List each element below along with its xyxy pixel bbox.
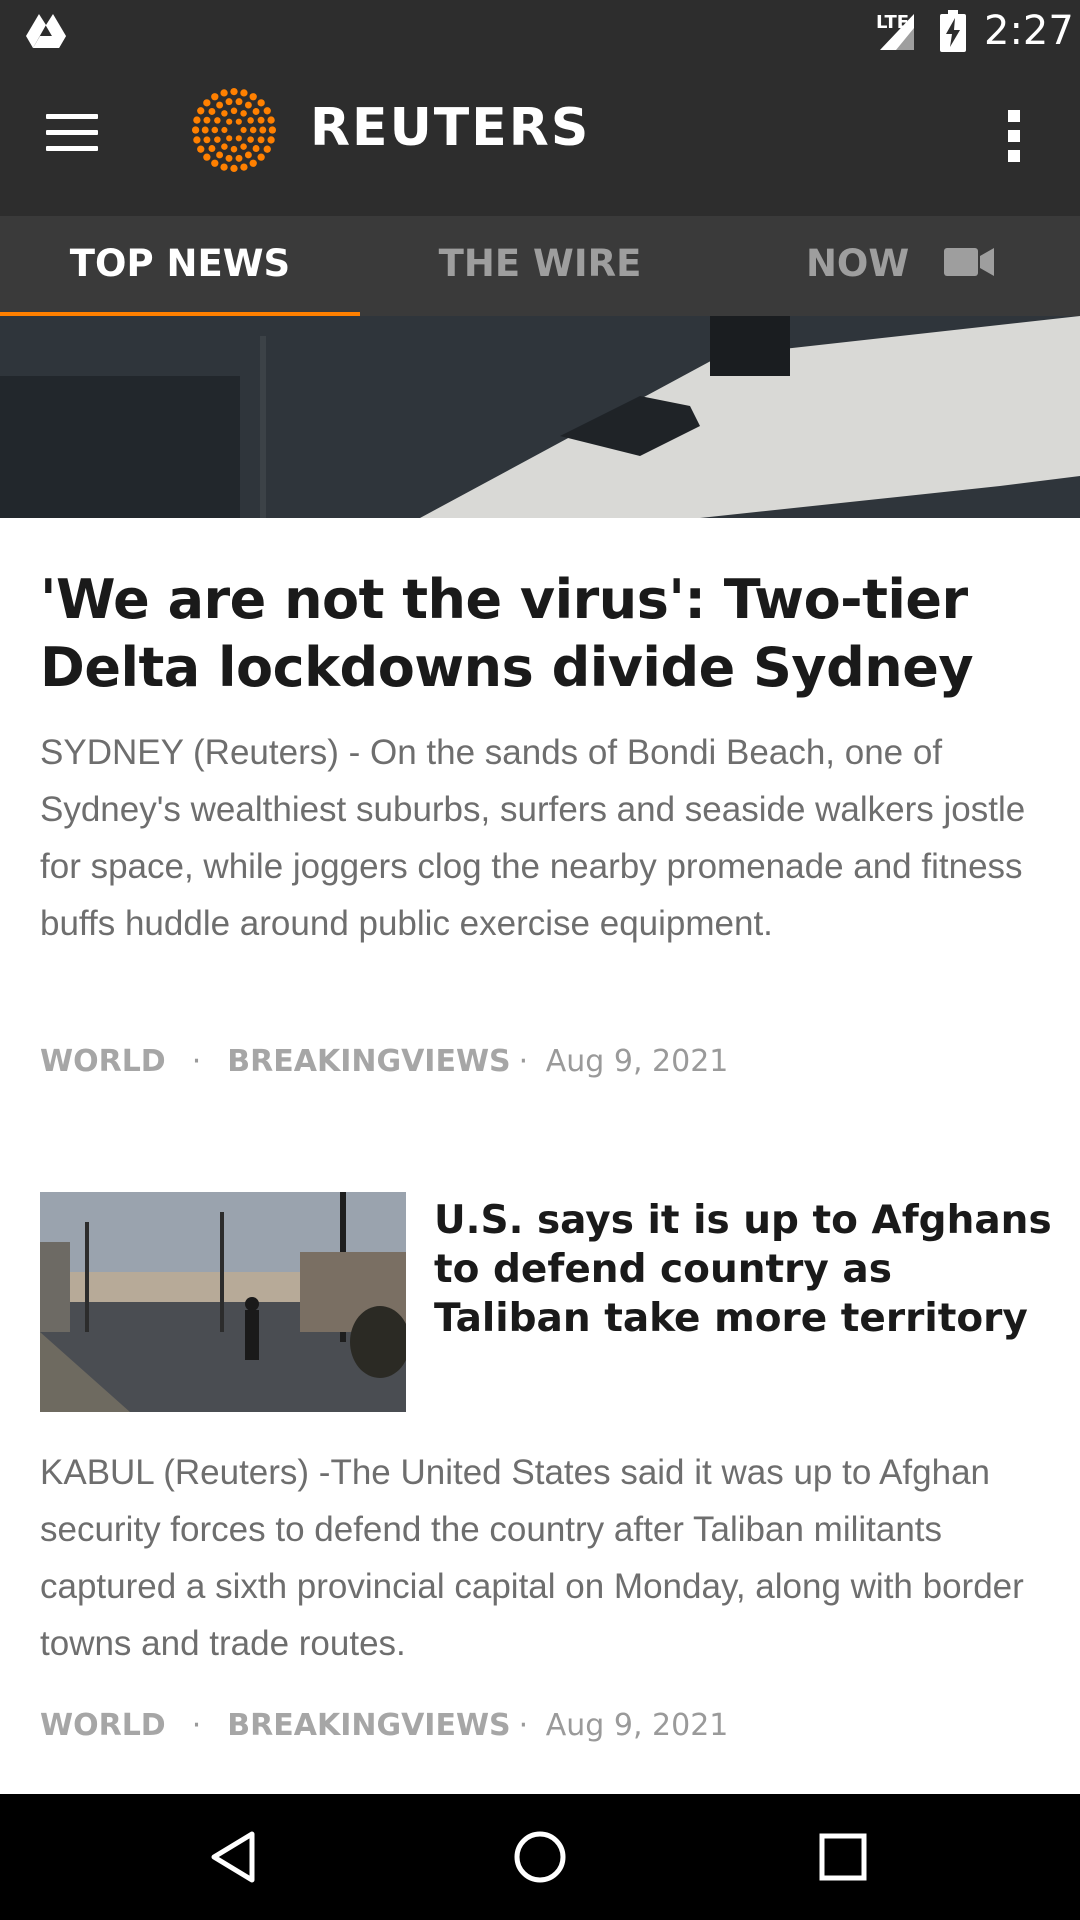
menu-icon[interactable] [46,114,98,154]
tab-label: TOP NEWS [69,242,291,285]
status-clock: 2:27 [984,8,1074,54]
article-meta: WORLD · BREAKINGVIEWS · Aug 9, 2021 [40,1708,728,1743]
recents-icon[interactable] [808,1822,878,1892]
article-headline[interactable]: 'We are not the virus': Two-tier Delta l… [40,566,1050,702]
article-tag-world[interactable]: WORLD [40,1044,166,1079]
app-logo-text: REUTERS [310,98,591,158]
article-summary[interactable]: KABUL (Reuters) -The United States said … [40,1444,1050,1672]
article-tag-breakingviews[interactable]: BREAKINGVIEWS [227,1708,510,1743]
tab-the-wire[interactable]: THE WIRE [360,216,720,316]
tab-top-news[interactable]: TOP NEWS [0,216,360,316]
article-date-prefix: · [518,1708,529,1743]
overflow-menu-icon[interactable] [1000,110,1028,168]
article-date: Aug 9, 2021 [545,1044,729,1079]
separator-dot: · [191,1708,202,1743]
article-tag-world[interactable]: WORLD [40,1708,166,1743]
article-meta: WORLD · BREAKINGVIEWS · Aug 9, 2021 [40,1044,728,1079]
tab-now[interactable]: NOW [720,216,1080,316]
separator-dot: · [191,1044,202,1079]
article-date: Aug 9, 2021 [545,1708,729,1743]
battery-charging-icon [940,10,966,52]
article-hero-image[interactable] [0,316,1080,518]
tab-label: NOW [805,242,910,285]
system-nav-bar [0,1794,1080,1920]
signal-icon [880,14,914,50]
home-icon[interactable] [505,1822,575,1892]
article-date-prefix: · [518,1044,529,1079]
tab-label: THE WIRE [438,242,642,285]
article-summary[interactable]: SYDNEY (Reuters) - On the sands of Bondi… [40,724,1050,952]
article-thumbnail[interactable] [40,1192,406,1412]
article-headline[interactable]: U.S. says it is up to Afghans to defend … [434,1196,1054,1343]
video-camera-icon [944,247,995,276]
app-bar: REUTERS [0,64,1080,216]
tab-bar: TOP NEWS THE WIRE NOW [0,216,1080,318]
status-bar: LTE 2:27 [0,0,1080,64]
article-tag-breakingviews[interactable]: BREAKINGVIEWS [227,1044,510,1079]
drive-icon [26,14,66,48]
reuters-logo-icon [191,87,277,173]
back-icon[interactable] [200,1822,270,1892]
